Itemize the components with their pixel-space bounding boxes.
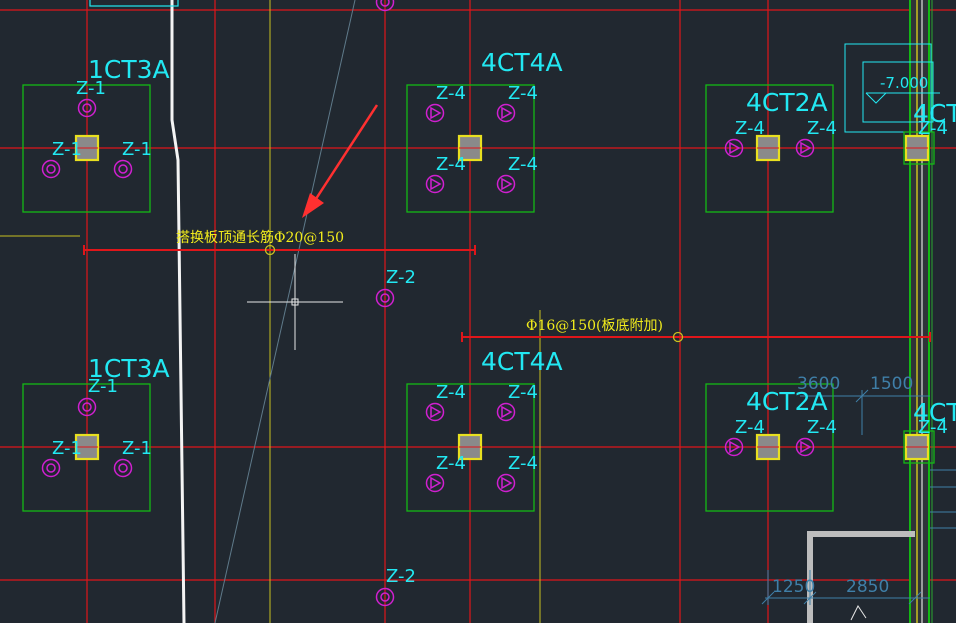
rebar-lines [83, 244, 931, 343]
dimension-label: 2850 [846, 577, 890, 597]
pile-label: Z-4 [436, 83, 466, 104]
cap-label[interactable]: 4CT4A [481, 50, 563, 75]
pile-symbol-inner [430, 106, 442, 120]
pile-symbol-inner [430, 405, 442, 419]
pile-symbol [113, 159, 133, 179]
pile-label: Z-1 [52, 139, 82, 160]
piles-layer [41, 0, 815, 607]
pile-symbol [113, 458, 133, 478]
pile-symbol-inner [501, 177, 513, 191]
pile-label: Z-4 [508, 154, 538, 175]
cap-label[interactable]: 4CT2A [746, 90, 828, 115]
pile-symbol-inner [46, 164, 56, 174]
pile-symbol-inner [501, 476, 513, 490]
pile-symbol-inner [501, 405, 513, 419]
diagonal-reference-line [214, 0, 356, 623]
pile-label: Z-4 [508, 382, 538, 403]
pile-label: Z-4 [807, 118, 837, 139]
pile-label: Z-1 [122, 438, 152, 459]
top-box-outline [89, 0, 179, 7]
elevation-label[interactable]: -7.000 [880, 76, 928, 91]
pile-label: Z-4 [508, 83, 538, 104]
pile-symbol-inner [118, 463, 128, 473]
arrow-shaft [310, 104, 379, 206]
pile-symbol [41, 159, 61, 179]
dimension-label: 1250 [772, 577, 816, 597]
pile-label: Z-4 [436, 154, 466, 175]
crosshair-cursor [247, 254, 343, 350]
rebar-note-top[interactable]: 搭换板顶通长筋Φ20@150 [176, 231, 344, 245]
pile-label: Z-2 [386, 267, 416, 288]
pile-label: Z-4 [918, 417, 948, 438]
boundary-polyline [170, 0, 186, 623]
pile-label: Z-4 [436, 382, 466, 403]
pile-label: Z-2 [386, 566, 416, 587]
pile-symbol [41, 458, 61, 478]
pile-label: Z-4 [436, 453, 466, 474]
partial-symbol [850, 605, 867, 621]
pile-symbol-inner [501, 106, 513, 120]
dimension-label: 3600 [797, 374, 841, 394]
pile-label: Z-1 [122, 139, 152, 160]
arrow-head [302, 193, 324, 218]
pile-label: Z-1 [76, 78, 106, 99]
pile-label: Z-1 [88, 376, 118, 397]
pile-label: Z-1 [52, 438, 82, 459]
pile-symbol-inner [118, 164, 128, 174]
pile-label: Z-4 [807, 417, 837, 438]
annotation-arrow [302, 104, 379, 218]
dimension-label: 1500 [870, 374, 914, 394]
pile-label: Z-4 [508, 453, 538, 474]
pile-label: Z-4 [735, 417, 765, 438]
pile-label: Z-4 [735, 118, 765, 139]
pile-symbol-inner [430, 476, 442, 490]
pile-symbol-inner [46, 463, 56, 473]
cap-label[interactable]: 4CT4A [481, 349, 563, 374]
cad-drawing-canvas[interactable]: 1CT3A 4CT4A 4CT2A 4CT 1CT3A 4CT4A 4CT2A … [0, 0, 956, 623]
elevation-triangle [865, 92, 888, 104]
rebar-note-bottom[interactable]: Φ16@150(板底附加) [526, 319, 663, 333]
pile-symbol-inner [430, 177, 442, 191]
pile-label: Z-4 [918, 118, 948, 139]
